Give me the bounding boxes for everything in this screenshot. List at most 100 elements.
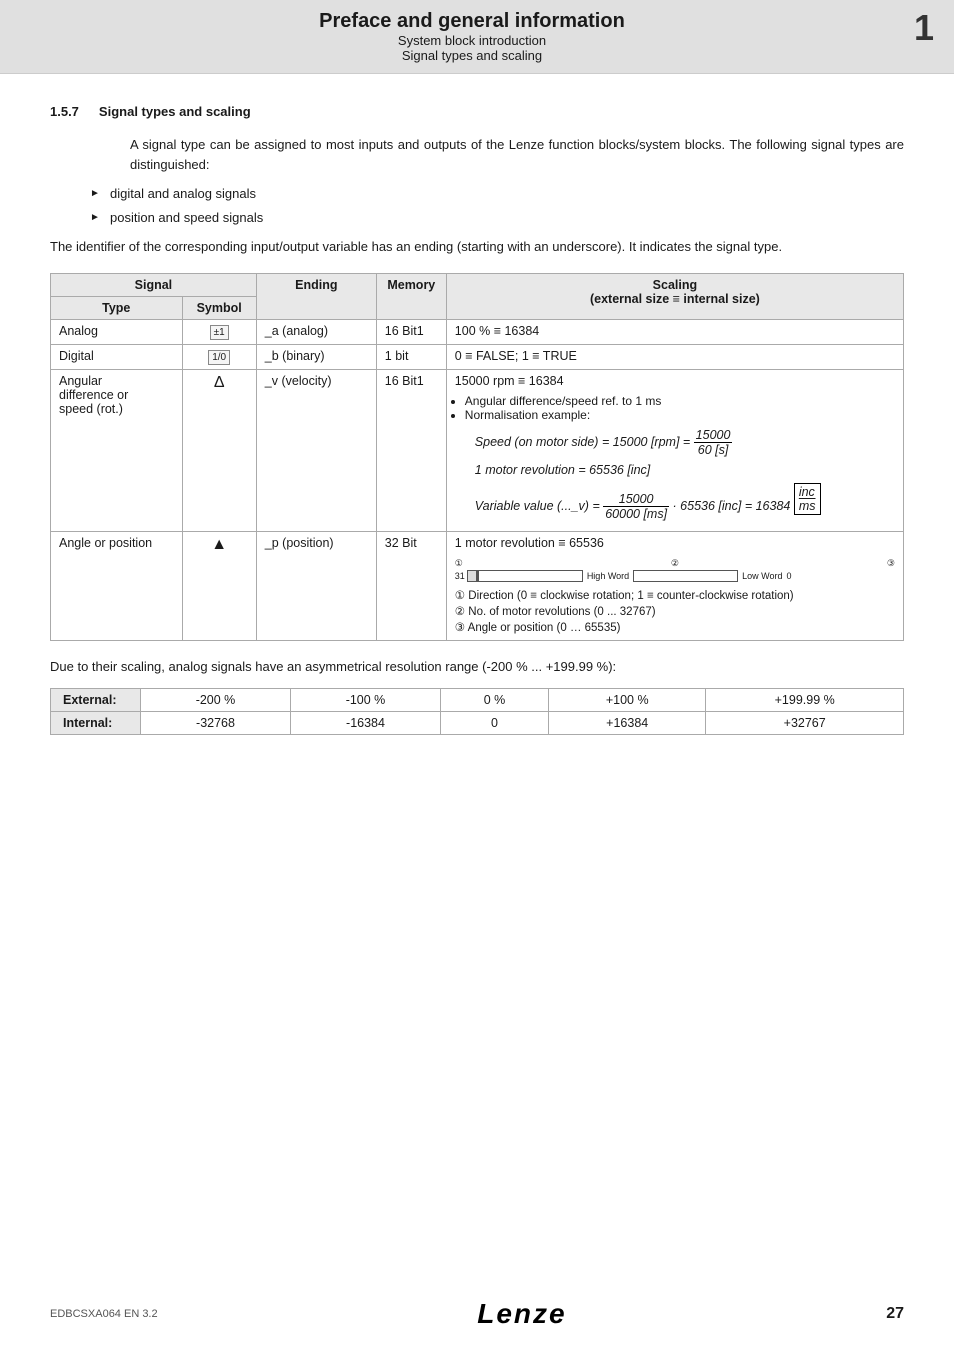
bit-cells-high bbox=[467, 570, 583, 582]
resolution-intro: Due to their scaling, analog signals hav… bbox=[50, 657, 904, 677]
table-row-digital: Digital 1/0 _b (binary) 1 bit 0 ≡ FALSE;… bbox=[51, 344, 904, 369]
chapter-number: 1 bbox=[914, 10, 934, 46]
table-row-position: Angle or position ▲ _p (position) 32 Bit… bbox=[51, 531, 904, 640]
td-analog-symbol: ±1 bbox=[182, 319, 256, 344]
th-symbol: Symbol bbox=[182, 296, 256, 319]
bit-circle2: ② bbox=[465, 558, 885, 569]
bullet-item-1: digital and analog signals bbox=[90, 184, 904, 204]
td-angular-symbol: Δ bbox=[182, 369, 256, 531]
td-position-ending: _p (position) bbox=[256, 531, 376, 640]
bit-cell-lowword bbox=[633, 570, 738, 582]
signal-table: Signal Ending Memory Scaling (external s… bbox=[50, 273, 904, 641]
angular-formula3: Variable value (..._v) = 15000 60000 [ms… bbox=[475, 483, 895, 521]
formula3-fraction: 15000 60000 [ms] bbox=[603, 492, 669, 521]
formula2-text: 1 motor revolution = 65536 [inc] bbox=[475, 463, 650, 477]
bit-row: 31 High Word bbox=[455, 570, 895, 582]
section-title: Signal types and scaling bbox=[99, 104, 251, 119]
formula3-mid: · 65536 [inc] = 16384 bbox=[673, 499, 794, 513]
td-digital-type: Digital bbox=[51, 344, 183, 369]
th-ending: Ending bbox=[256, 273, 376, 319]
formula3-box: incms bbox=[794, 483, 821, 515]
td-analog-ending: _a (analog) bbox=[256, 319, 376, 344]
res-int-val4: +16384 bbox=[549, 712, 706, 735]
section-number: 1.5.7 bbox=[50, 104, 79, 119]
header-subtitle1: System block introduction bbox=[50, 33, 894, 48]
bit-cell-msb bbox=[467, 570, 477, 582]
td-digital-ending: _b (binary) bbox=[256, 344, 376, 369]
position-note1: ① Direction (0 ≡ clockwise rotation; 1 ≡… bbox=[455, 588, 895, 602]
res-ext-val1: -200 % bbox=[141, 689, 291, 712]
resolution-table: External: -200 % -100 % 0 % +100 % +199.… bbox=[50, 688, 904, 735]
footer: EDBCSXA064 EN 3.2 Lenze 27 bbox=[0, 1298, 954, 1330]
res-row-internal: Internal: -32768 -16384 0 +16384 +32767 bbox=[51, 712, 904, 735]
position-note2: ② No. of motor revolutions (0 ... 32767) bbox=[455, 604, 895, 618]
intro-paragraph-2: The identifier of the corresponding inpu… bbox=[50, 237, 904, 257]
header-title: Preface and general information bbox=[50, 10, 894, 33]
angular-formula2: 1 motor revolution = 65536 [inc] bbox=[475, 463, 895, 477]
table-row-angular: Angulardifference orspeed (rot.) Δ _v (v… bbox=[51, 369, 904, 531]
td-angular-type: Angulardifference orspeed (rot.) bbox=[51, 369, 183, 531]
table-row-analog: Analog ±1 _a (analog) 16 Bit1 100 % ≡ 16… bbox=[51, 319, 904, 344]
bit-label-0: 0 bbox=[787, 571, 792, 581]
td-position-scaling: 1 motor revolution ≡ 65536 ① ② ③ 31 bbox=[446, 531, 903, 640]
formula3-pre: Variable value (..._v) = bbox=[475, 499, 603, 513]
low-word-label: Low Word bbox=[742, 571, 782, 581]
position-note3: ③ Angle or position (0 … 65535) bbox=[455, 620, 895, 634]
high-word-label: High Word bbox=[587, 571, 629, 581]
td-position-type: Angle or position bbox=[51, 531, 183, 640]
res-int-val1: -32768 bbox=[141, 712, 291, 735]
res-ext-val5: +199.99 % bbox=[706, 689, 904, 712]
res-int-val5: +32767 bbox=[706, 712, 904, 735]
intro-paragraph-1: A signal type can be assigned to most in… bbox=[130, 135, 904, 174]
section-heading: 1.5.7 Signal types and scaling bbox=[50, 104, 904, 119]
content-area: 1.5.7 Signal types and scaling A signal … bbox=[0, 74, 954, 795]
angular-notes-list: Angular difference/speed ref. to 1 ms No… bbox=[465, 394, 895, 422]
bit-circle1: ① bbox=[455, 558, 463, 569]
header-subtitle2: Signal types and scaling bbox=[50, 48, 894, 63]
res-row-external: External: -200 % -100 % 0 % +100 % +199.… bbox=[51, 689, 904, 712]
th-signal: Signal bbox=[51, 273, 257, 296]
angular-note-bullet1: Angular difference/speed ref. to 1 ms bbox=[465, 394, 895, 408]
td-position-memory: 32 Bit bbox=[376, 531, 446, 640]
td-analog-scaling: 100 % ≡ 16384 bbox=[446, 319, 903, 344]
footer-page-number: 27 bbox=[886, 1305, 904, 1323]
bit-cell-highword bbox=[478, 570, 583, 582]
th-scaling: Scaling (external size ≡ internal size) bbox=[446, 273, 903, 319]
th-memory: Memory bbox=[376, 273, 446, 319]
td-angular-memory: 16 Bit1 bbox=[376, 369, 446, 531]
th-type: Type bbox=[51, 296, 183, 319]
formula1-label: Speed (on motor side) = 15000 [rpm] = bbox=[475, 434, 694, 448]
res-label-internal: Internal: bbox=[51, 712, 141, 735]
page: Preface and general information System b… bbox=[0, 0, 954, 1350]
td-analog-type: Analog bbox=[51, 319, 183, 344]
position-notes: ① Direction (0 ≡ clockwise rotation; 1 ≡… bbox=[455, 588, 895, 634]
res-int-val3: 0 bbox=[441, 712, 549, 735]
angular-scaling-main: 15000 rpm ≡ 16384 bbox=[455, 374, 564, 388]
res-ext-val2: -100 % bbox=[291, 689, 441, 712]
td-digital-symbol: 1/0 bbox=[182, 344, 256, 369]
bit-diagram: ① ② ③ 31 bbox=[455, 558, 895, 582]
header-center: Preface and general information System b… bbox=[50, 10, 894, 63]
footer-doc-code: EDBCSXA064 EN 3.2 bbox=[50, 1308, 158, 1320]
bit-cells-low bbox=[633, 570, 738, 582]
bit-circle3: ③ bbox=[887, 558, 895, 569]
position-scaling-main: 1 motor revolution ≡ 65536 bbox=[455, 536, 604, 550]
formula1-fraction: 15000 60 [s] bbox=[694, 428, 733, 457]
bit-label-31: 31 bbox=[455, 571, 465, 581]
angular-formula1: Speed (on motor side) = 15000 [rpm] = 15… bbox=[475, 428, 895, 457]
res-int-val2: -16384 bbox=[291, 712, 441, 735]
bullet-item-2: position and speed signals bbox=[90, 208, 904, 228]
td-angular-scaling: 15000 rpm ≡ 16384 Angular difference/spe… bbox=[446, 369, 903, 531]
bit-labels-top: ① ② ③ bbox=[455, 558, 895, 569]
bullet-list: digital and analog signals position and … bbox=[90, 184, 904, 227]
digital-symbol-box: 1/0 bbox=[208, 350, 230, 365]
res-ext-val4: +100 % bbox=[549, 689, 706, 712]
footer-brand: Lenze bbox=[477, 1298, 566, 1330]
td-analog-memory: 16 Bit1 bbox=[376, 319, 446, 344]
td-angular-ending: _v (velocity) bbox=[256, 369, 376, 531]
td-digital-scaling: 0 ≡ FALSE; 1 ≡ TRUE bbox=[446, 344, 903, 369]
res-ext-val3: 0 % bbox=[441, 689, 549, 712]
th-scaling-sub: (external size ≡ internal size) bbox=[590, 292, 760, 306]
angular-note-bullet2: Normalisation example: bbox=[465, 408, 895, 422]
header-bar: Preface and general information System b… bbox=[0, 0, 954, 74]
